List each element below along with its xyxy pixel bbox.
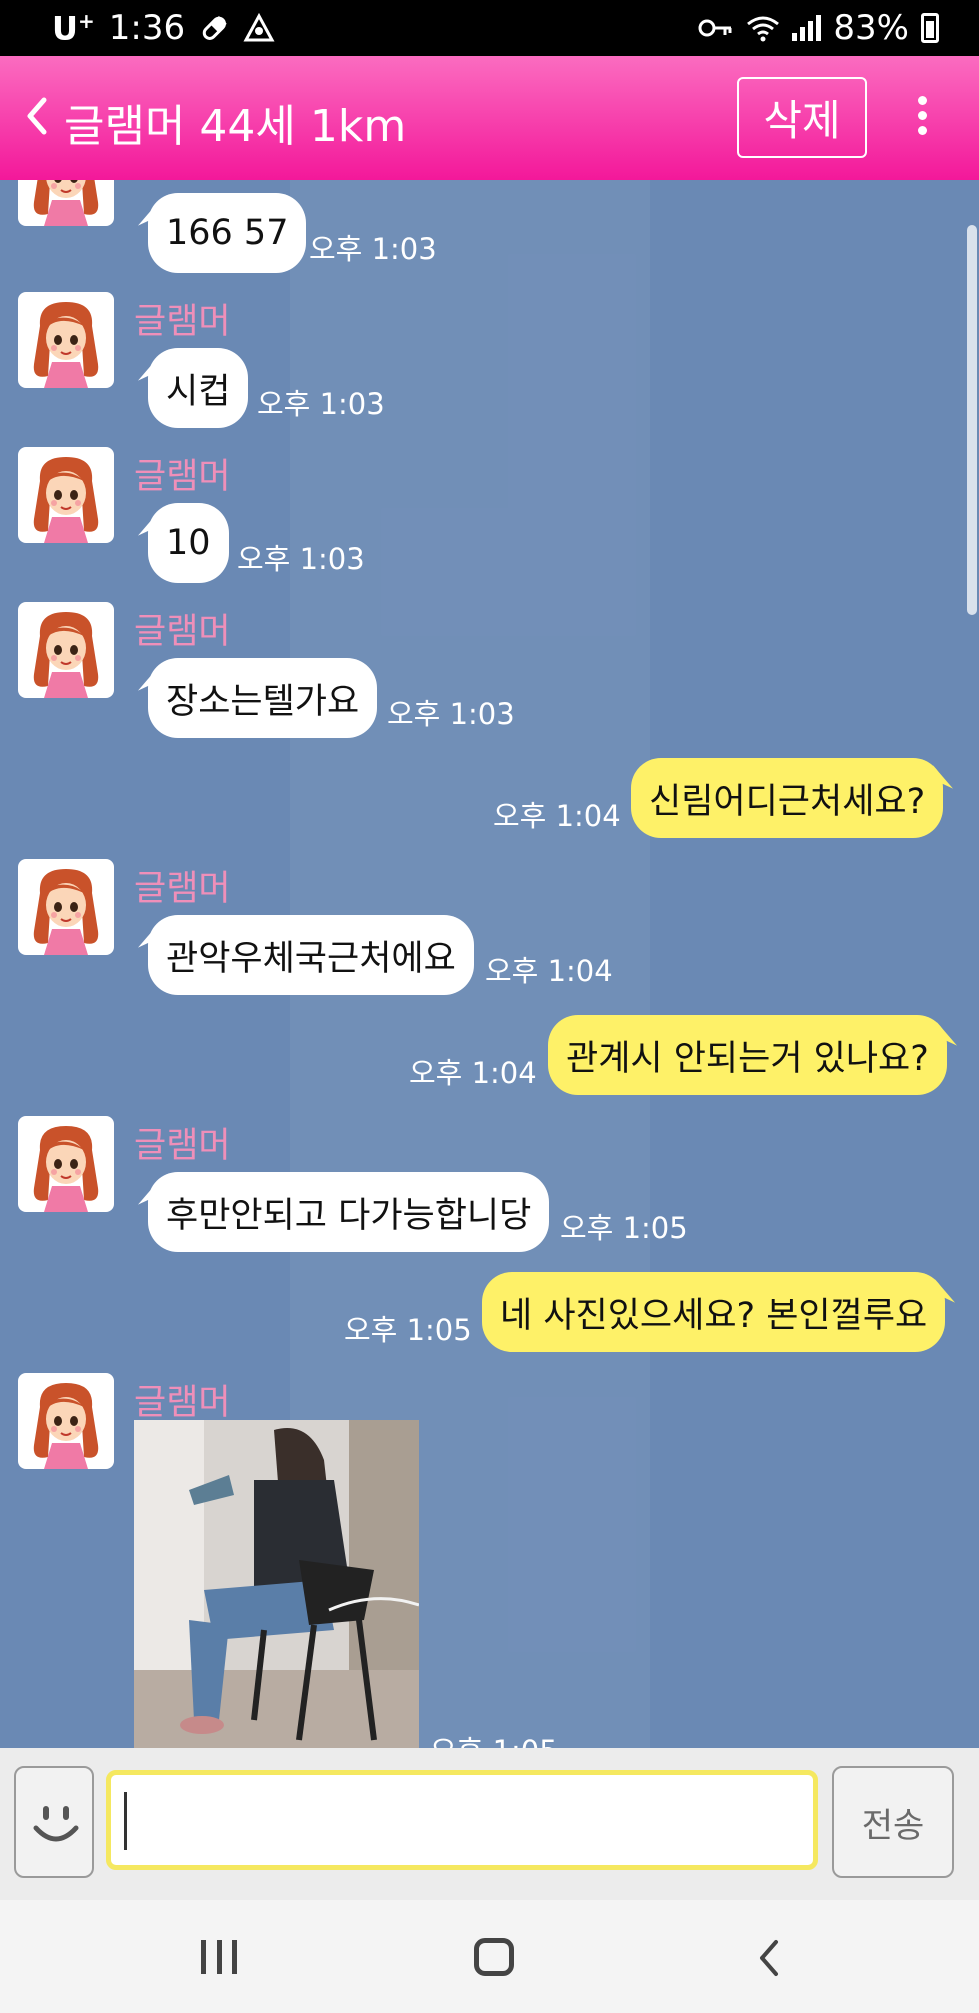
avatar[interactable]	[18, 447, 114, 543]
message-time: 오후 1:04	[409, 1056, 537, 1090]
message-bubble-incoming: 장소는텔가요	[148, 658, 378, 738]
chevron-left-icon[interactable]	[22, 96, 52, 136]
more-vertical-icon[interactable]	[912, 96, 932, 140]
message-time: 오후 1:03	[387, 697, 515, 731]
message-bubble-outgoing: 네 사진있으세요? 본인껄루요	[482, 1272, 946, 1352]
smiley-icon	[33, 1806, 79, 1842]
carrier-label: U+	[52, 8, 95, 48]
scrollbar[interactable]	[967, 225, 977, 615]
message-time: 오후 1:03	[257, 387, 385, 421]
sender-name: 글램머	[134, 302, 231, 342]
status-bar: U+ 1:36 83%	[0, 0, 979, 56]
message-input-bar: 전송	[0, 1748, 979, 1900]
app-notification-icon	[243, 13, 275, 42]
send-button[interactable]: 전송	[832, 1766, 954, 1878]
status-time: 1:36	[108, 8, 186, 48]
back-icon[interactable]	[754, 1938, 784, 1978]
message-time: 오후 1:05	[430, 1728, 558, 1748]
sender-name: 글램머	[134, 1126, 231, 1166]
message-bubble-outgoing: 신림어디근처세요?	[631, 758, 944, 838]
message-time: 오후 1:03	[309, 232, 437, 266]
photo-message[interactable]	[134, 1420, 419, 1748]
avatar[interactable]	[18, 859, 114, 955]
message-bubble-incoming: 후만안되고 다가능합니당	[148, 1172, 550, 1252]
emoji-button[interactable]	[14, 1766, 94, 1878]
signal-icon	[792, 15, 822, 41]
status-left: U+ 1:36	[52, 8, 275, 48]
message-bubble-incoming: 시컵	[148, 348, 249, 428]
chat-area[interactable]: 166 57 오후 1:03 글램머 시컵 오후 1:03 글램머 10 오후 …	[0, 180, 979, 1748]
message-time: 오후 1:05	[344, 1313, 472, 1347]
sender-name: 글램머	[134, 457, 231, 497]
sender-name: 글램머	[134, 869, 231, 909]
recent-apps-icon[interactable]	[201, 1940, 237, 1974]
sender-name: 글램머	[134, 612, 231, 652]
message-time: 오후 1:04	[493, 799, 621, 833]
message-bubble-incoming: 10	[148, 503, 229, 583]
delete-button[interactable]: 삭제	[737, 77, 867, 158]
message-input[interactable]	[106, 1770, 818, 1870]
message-time: 오후 1:04	[485, 954, 613, 988]
message-bubble-outgoing: 관계시 안되는거 있나요?	[548, 1015, 947, 1095]
avatar[interactable]	[18, 180, 114, 226]
message-time: 오후 1:05	[560, 1211, 688, 1245]
message-time: 오후 1:03	[237, 542, 365, 576]
chat-title: 글램머 44세 1km	[64, 101, 407, 152]
status-right: 83%	[698, 8, 939, 48]
system-nav-bar	[0, 1900, 979, 2013]
avatar[interactable]	[18, 1116, 114, 1212]
message-bubble-incoming: 166 57	[148, 193, 307, 273]
text-caret	[124, 1792, 127, 1850]
home-icon[interactable]	[474, 1938, 514, 1976]
battery-icon	[921, 13, 939, 43]
sender-name: 글램머	[134, 1383, 231, 1423]
avatar[interactable]	[18, 602, 114, 698]
avatar[interactable]	[18, 1373, 114, 1469]
key-icon	[698, 19, 732, 37]
battery-percent: 83%	[833, 8, 909, 48]
chat-header: 글램머 44세 1km 삭제	[0, 56, 979, 180]
pill-icon	[202, 15, 227, 40]
wifi-icon	[747, 16, 780, 42]
message-bubble-incoming: 관악우체국근처에요	[148, 915, 474, 995]
avatar[interactable]	[18, 292, 114, 388]
